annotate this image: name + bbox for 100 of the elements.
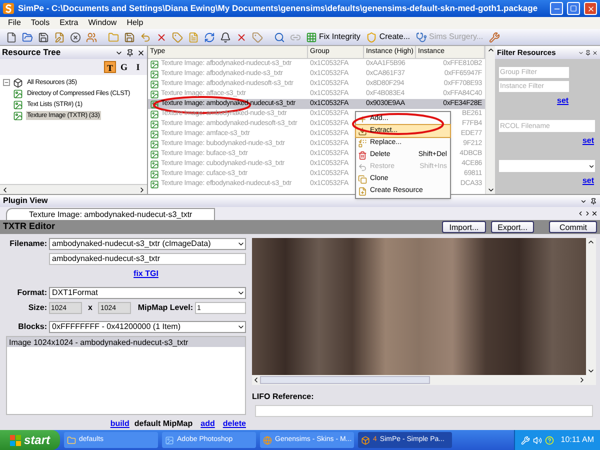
field-label: Filename: [8, 238, 47, 250]
editor-button[interactable]: Commit [549, 221, 597, 233]
close-icon[interactable] [592, 50, 598, 56]
image-icon [150, 150, 159, 158]
document-tab[interactable]: Texture Image: ambodynaked-nudecut-s3_txtr [6, 208, 216, 220]
refresh-button[interactable] [202, 30, 216, 44]
set-link[interactable]: set [582, 135, 594, 147]
search-button[interactable] [272, 30, 286, 44]
mode-tab[interactable]: T [104, 61, 116, 73]
scroll-left-icon[interactable] [252, 376, 260, 384]
add-link[interactable]: add [200, 418, 215, 430]
scroll-up-icon[interactable] [587, 238, 595, 246]
panel-title: Plugin View [3, 195, 49, 207]
swap-icon [358, 138, 367, 148]
close-button[interactable] [584, 2, 597, 15]
image-icon [165, 436, 174, 444]
editor-button[interactable]: Import... [442, 221, 486, 233]
maximize-button[interactable] [567, 2, 580, 15]
set-link[interactable]: set [557, 95, 569, 107]
close-circle-icon [70, 32, 80, 42]
menu-item[interactable]: Window [88, 17, 117, 29]
pin-icon[interactable] [585, 50, 591, 56]
filename-field[interactable]: ambodynaked-nudecut-s3_txtr [49, 253, 246, 265]
list-item[interactable]: Image 1024x1024 - ambodynaked-nudecut-s3_txtr [7, 337, 245, 347]
dropdown-field[interactable] [499, 160, 595, 172]
filename-dropdown[interactable]: ambodynaked-nudecut-s3_txtr (cImageData) [49, 238, 246, 250]
scroll-right-icon[interactable] [578, 376, 586, 384]
scroll-down-icon[interactable] [587, 367, 595, 375]
mode-tab[interactable]: I [132, 61, 144, 73]
format-dropdown[interactable]: DXT1Format [49, 287, 246, 299]
mode-tab[interactable]: G [118, 61, 130, 73]
lifo-reference-field[interactable] [255, 405, 593, 417]
vertical-scrollbar[interactable] [485, 46, 495, 194]
scroll-left-icon[interactable] [577, 210, 584, 217]
grid-icon [306, 32, 317, 42]
build-link[interactable]: build [110, 418, 130, 430]
close-icon[interactable] [591, 210, 598, 217]
image-icon [150, 120, 159, 128]
delete-icon [236, 32, 246, 42]
tag-button[interactable] [170, 30, 184, 44]
toolbar-button[interactable]: Create... [364, 31, 412, 43]
plus-icon [358, 114, 367, 124]
image-icon [150, 130, 159, 138]
image-icon [150, 70, 159, 78]
bell-button[interactable] [218, 30, 232, 44]
image-icon [150, 100, 159, 108]
edit-file-icon [54, 32, 64, 42]
image-icon [150, 170, 159, 178]
collapse-icon[interactable] [3, 79, 10, 86]
tag-button[interactable] [250, 30, 264, 44]
close-icon[interactable] [137, 48, 145, 56]
horizontal-scrollbar[interactable] [252, 375, 586, 385]
help-icon[interactable] [544, 436, 554, 444]
panel-title: Resource Tree [2, 46, 62, 59]
menu-item[interactable]: File [8, 17, 21, 29]
editor-button[interactable]: Export... [490, 221, 534, 233]
fix-tgi-link[interactable]: fix TGI [134, 268, 158, 280]
dropdown-icon[interactable] [580, 198, 587, 204]
cube-icon [361, 436, 370, 444]
vertical-scrollbar[interactable] [586, 238, 596, 385]
image-icon [150, 160, 159, 168]
people-button[interactable] [84, 30, 98, 44]
close-circle-button[interactable] [68, 30, 82, 44]
dropdown-icon [237, 240, 245, 248]
toolbar-button[interactable]: Fix Integrity [304, 31, 362, 43]
wrench-button[interactable] [487, 30, 502, 44]
scroll-right-icon[interactable] [584, 210, 591, 217]
wrench-icon[interactable] [520, 436, 530, 444]
field-label: Format: [16, 287, 47, 299]
speaker-icon[interactable] [532, 436, 542, 444]
wrench-icon [488, 32, 500, 42]
menu-item[interactable]: Extra [60, 17, 78, 29]
scroll-left-icon[interactable] [1, 186, 9, 194]
minimize-button[interactable] [550, 2, 563, 15]
save-button[interactable] [122, 30, 136, 44]
maximize-icon [570, 5, 577, 12]
save-icon [124, 32, 134, 42]
folder-icon [108, 32, 118, 42]
scroll-right-icon[interactable] [138, 186, 146, 194]
save-button[interactable] [36, 30, 50, 44]
pin-icon[interactable] [590, 198, 597, 204]
image-icon [150, 180, 159, 188]
horizontal-scrollbar[interactable] [0, 184, 147, 194]
image-icon [150, 140, 159, 148]
start-button[interactable]: start [0, 430, 60, 450]
scroll-up-icon[interactable] [486, 46, 494, 54]
editor-title: TXTR Editor [3, 220, 56, 234]
set-link[interactable]: set [582, 175, 594, 187]
bell-icon [220, 32, 230, 42]
image-icon [150, 90, 159, 98]
folder-button[interactable] [20, 30, 34, 44]
undo-icon [358, 162, 367, 172]
menu-item[interactable]: Tools [30, 17, 50, 29]
delete-link[interactable]: delete [222, 418, 246, 430]
scroll-down-icon[interactable] [486, 186, 494, 194]
pin-icon[interactable] [126, 48, 134, 56]
stethoscope-icon [416, 32, 428, 42]
menu-item[interactable]: Help [126, 17, 144, 29]
blocks-dropdown[interactable]: 0xFFFFFFFF - 0x41200000 (1 Item) [49, 321, 246, 333]
tag-icon [252, 32, 262, 42]
